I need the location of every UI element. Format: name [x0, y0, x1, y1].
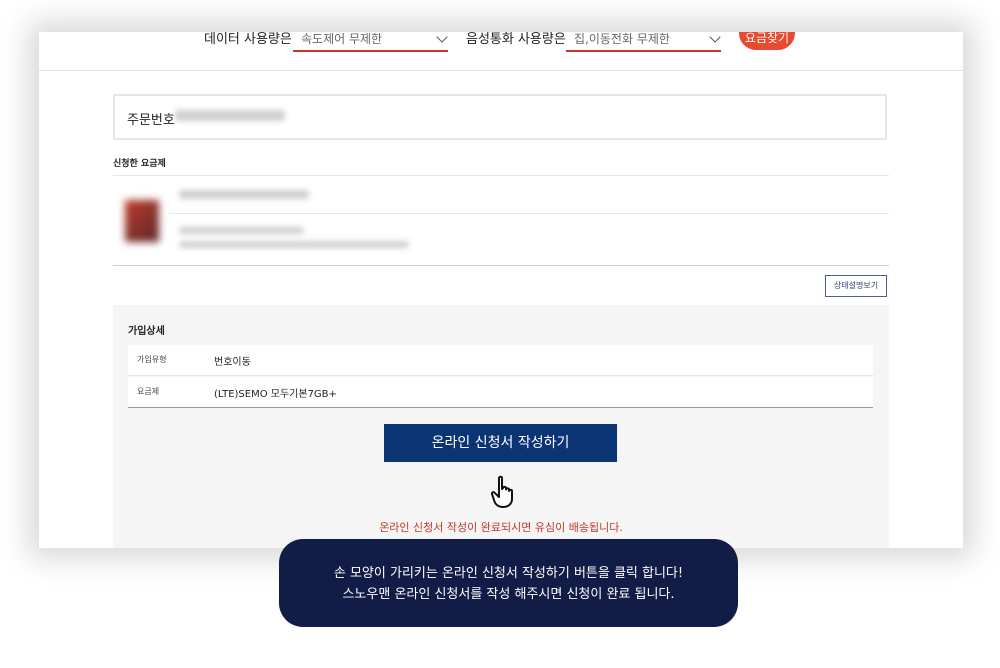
status-description-button[interactable]: 상태설명보기 — [825, 275, 887, 297]
chevron-down-icon — [709, 32, 721, 43]
divider — [113, 265, 889, 266]
voice-usage-value: 집,이동전화 무제한 — [574, 32, 670, 46]
tooltip-line-1: 손 모양이 가리키는 온라인 신청서 작성하기 버튼을 클릭 합니다! — [333, 566, 684, 581]
voice-usage-select[interactable]: 집,이동전화 무제한 — [566, 32, 721, 52]
detail-key: 요금제 — [137, 387, 160, 396]
detail-value: (LTE)SEMO 모두기본7GB+ — [214, 389, 337, 400]
order-number-box: 주문번호 — [113, 94, 887, 140]
detail-row-plan: 요금제 (LTE)SEMO 모두기본7GB+ — [128, 377, 873, 408]
plan-info-redacted — [179, 241, 409, 248]
delivery-notice: 온라인 신청서 작성이 완료되시면 유심이 배송됩니다. — [379, 521, 623, 534]
signup-detail-title: 가입상세 — [128, 326, 165, 337]
order-number-label: 주문번호 — [127, 113, 175, 128]
chevron-down-icon — [436, 32, 448, 43]
data-usage-label: 데이터 사용량은 — [204, 32, 292, 47]
plan-filter-bar: 데이터 사용량은 속도제어 무제한 음성통화 사용량은 집,이동전화 무제한 요… — [39, 32, 963, 71]
tooltip-line-2: 스노우맨 온라인 신청서를 작성 해주시면 신청이 완료 됩니다. — [342, 587, 675, 602]
instruction-tooltip: 손 모양이 가리키는 온라인 신청서 작성하기 버튼을 클릭 합니다! 스노우맨… — [279, 539, 738, 627]
find-plan-button[interactable]: 요금찾기 — [739, 32, 795, 50]
plan-image — [125, 200, 159, 242]
plan-name-redacted — [179, 190, 309, 199]
signup-detail-panel: 가입상세 가입유형 번호이동 요금제 (LTE)SEMO 모두기본7GB+ 온라… — [113, 305, 889, 548]
divider — [169, 213, 889, 214]
data-usage-value: 속도제어 무제한 — [301, 32, 383, 46]
divider — [113, 175, 889, 176]
detail-key: 가입유형 — [137, 355, 167, 364]
detail-value: 번호이동 — [214, 357, 251, 368]
order-number-redacted — [175, 110, 285, 121]
voice-usage-label: 음성통화 사용량은 — [466, 32, 566, 47]
detail-row-signup-type: 가입유형 번호이동 — [128, 345, 873, 376]
data-usage-select[interactable]: 속도제어 무제한 — [293, 32, 448, 52]
applied-plan-title: 신청한 요금제 — [113, 159, 166, 169]
plan-info-redacted — [179, 227, 304, 234]
pointing-hand-icon — [491, 475, 513, 508]
screenshot-frame: 데이터 사용량은 속도제어 무제한 음성통화 사용량은 집,이동전화 무제한 요… — [39, 32, 963, 548]
online-application-button[interactable]: 온라인 신청서 작성하기 — [384, 424, 617, 462]
